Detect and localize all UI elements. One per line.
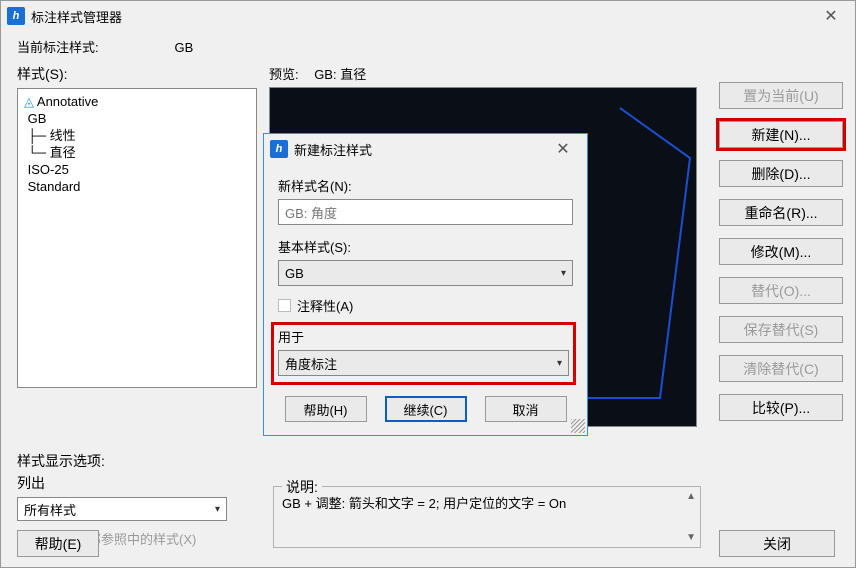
delete-button[interactable]: 删除(D)...: [719, 160, 843, 187]
dialog-help-button[interactable]: 帮助(H): [285, 396, 367, 422]
tree-item-gb[interactable]: GB: [28, 111, 47, 126]
continue-button[interactable]: 继续(C): [385, 396, 467, 422]
close-button[interactable]: 关闭: [719, 530, 835, 557]
current-style-value: GB: [175, 40, 194, 55]
description-label: 说明:: [282, 477, 322, 497]
help-button[interactable]: 帮助(E): [17, 530, 99, 557]
app-icon: h: [270, 140, 288, 158]
styles-tree[interactable]: ◬ Annotative GB ├─ 线性 └─ 直径 ISO-25 Stand…: [17, 88, 257, 388]
new-name-input[interactable]: GB: 角度: [278, 199, 573, 225]
scroll-up-icon[interactable]: ▲: [686, 491, 696, 502]
modify-button[interactable]: 修改(M)...: [719, 238, 843, 265]
new-dimstyle-dialog: h 新建标注样式 ✕ 新样式名(N): GB: 角度 基本样式(S): GB ▾…: [263, 133, 588, 436]
dialog-titlebar: h 新建标注样式 ✕: [264, 134, 587, 164]
tree-item-annotative[interactable]: Annotative: [37, 94, 98, 109]
scroll-down-icon[interactable]: ▼: [686, 532, 696, 543]
cancel-button[interactable]: 取消: [485, 396, 567, 422]
styles-label: 样式(S):: [17, 64, 257, 84]
base-style-label: 基本样式(S):: [278, 237, 573, 256]
description-text: GB + 调整: 箭头和文字 = 2; 用户定位的文字 = On: [282, 493, 692, 512]
use-for-group: 用于 角度标注 ▾: [274, 325, 573, 382]
main-title: 标注样式管理器: [31, 7, 122, 26]
save-override-button[interactable]: 保存替代(S): [719, 316, 843, 343]
checkbox-icon: [278, 299, 291, 312]
current-style-label: 当前标注样式:: [17, 40, 99, 55]
styles-filter-select[interactable]: 所有样式 ▾: [17, 497, 227, 521]
compare-button[interactable]: 比较(P)...: [719, 394, 843, 421]
new-name-label: 新样式名(N):: [278, 176, 573, 195]
clear-override-button[interactable]: 清除替代(C): [719, 355, 843, 382]
description-box: 说明: GB + 调整: 箭头和文字 = 2; 用户定位的文字 = On ▲ ▼: [273, 486, 701, 548]
list-label: 列出: [17, 473, 257, 493]
use-for-select[interactable]: 角度标注 ▾: [278, 350, 569, 376]
tree-item-diameter[interactable]: 直径: [50, 145, 76, 160]
rename-button[interactable]: 重命名(R)...: [719, 199, 843, 226]
display-options-label: 样式显示选项:: [17, 451, 257, 471]
close-icon[interactable]: ✕: [813, 2, 849, 30]
tree-item-linear[interactable]: 线性: [50, 128, 76, 143]
chevron-down-icon: ▾: [557, 358, 562, 369]
app-icon: h: [7, 7, 25, 25]
override-button[interactable]: 替代(O)...: [719, 277, 843, 304]
close-icon[interactable]: ✕: [545, 135, 581, 163]
annotative-checkbox-row[interactable]: 注释性(A): [278, 296, 573, 315]
current-style-row: 当前标注样式: GB: [17, 37, 843, 56]
chevron-down-icon: ▾: [561, 268, 566, 279]
base-style-select[interactable]: GB ▾: [278, 260, 573, 286]
tree-item-iso25[interactable]: ISO-25: [28, 162, 69, 177]
main-titlebar: h 标注样式管理器 ✕: [1, 1, 855, 31]
new-button[interactable]: 新建(N)...: [719, 121, 843, 148]
tree-item-standard[interactable]: Standard: [28, 179, 81, 194]
use-for-label: 用于: [278, 327, 569, 346]
dialog-title: 新建标注样式: [294, 140, 372, 159]
chevron-down-icon: ▾: [215, 504, 220, 515]
set-current-button[interactable]: 置为当前(U): [719, 82, 843, 109]
preview-label-row: 预览: GB: 直径: [269, 64, 707, 83]
resize-grip-icon[interactable]: [571, 419, 585, 433]
